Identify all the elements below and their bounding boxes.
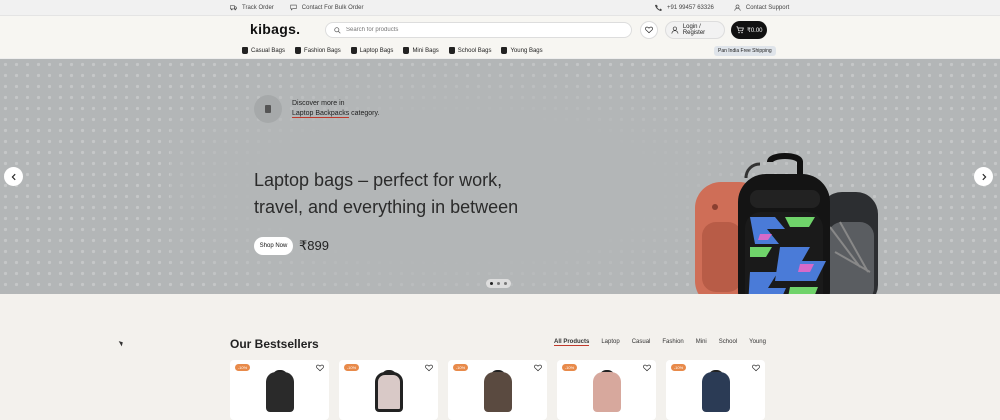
heart-icon[interactable]	[643, 364, 651, 372]
category-laptop-bags[interactable]: Laptop Bags	[350, 47, 394, 54]
cart-button[interactable]: ₹0.00	[731, 21, 767, 39]
support-user-icon	[734, 4, 741, 11]
discount-badge: -10%	[344, 364, 359, 371]
category-casual-bags[interactable]: Casual Bags	[242, 47, 285, 54]
free-shipping-badge: Pan India Free Shipping	[714, 46, 776, 56]
carousel-next-button[interactable]	[974, 167, 993, 186]
product-image	[593, 372, 621, 412]
category-nav: Casual Bags Fashion Bags Laptop Bags Min…	[0, 44, 1000, 59]
category-fashion-bags[interactable]: Fashion Bags	[295, 47, 341, 54]
hero-carousel: Discover more in Laptop Backpacks catego…	[0, 59, 1000, 294]
category-thumbnail[interactable]	[254, 95, 282, 123]
product-grid: -10% -10% -10% -10% -10%	[230, 360, 765, 420]
product-card[interactable]: -10%	[339, 360, 438, 420]
bag-icon	[265, 105, 271, 113]
category-label: School Bags	[457, 47, 492, 54]
cart-icon	[736, 26, 744, 34]
tab-school[interactable]: School	[719, 339, 737, 346]
heart-icon[interactable]	[752, 364, 760, 372]
tab-all-products[interactable]: All Products	[554, 339, 590, 346]
login-register-button[interactable]: Login / Register	[665, 21, 725, 39]
product-image	[702, 372, 730, 412]
hero-backpacks-image	[695, 153, 878, 294]
category-label: Young Bags	[510, 47, 543, 54]
user-icon	[671, 26, 679, 34]
product-image	[484, 372, 512, 412]
discount-badge: -10%	[562, 364, 577, 371]
truck-icon	[230, 5, 237, 11]
discover-category-link[interactable]: Laptop Backpacks	[292, 110, 350, 118]
contact-support-link[interactable]: Contact Support	[734, 4, 789, 11]
category-label: Fashion Bags	[304, 47, 341, 54]
category-label: Laptop Bags	[359, 47, 394, 54]
bag-icon	[448, 47, 455, 54]
phone-icon	[655, 4, 662, 11]
category-label: Casual Bags	[251, 47, 286, 54]
hero-headline: Laptop bags – perfect for work, travel, …	[254, 170, 519, 217]
discount-badge: -10%	[671, 364, 686, 371]
bestsellers-title: Our Bestsellers	[230, 337, 319, 351]
product-card[interactable]: -10%	[557, 360, 656, 420]
cart-total: ₹0.00	[747, 27, 763, 34]
heart-icon[interactable]	[534, 364, 542, 372]
heart-icon[interactable]	[425, 364, 433, 372]
category-young-bags[interactable]: Young Bags	[501, 47, 543, 54]
carousel-pagination	[486, 279, 511, 288]
bag-icon	[501, 47, 508, 54]
bag-icon	[242, 47, 248, 54]
search-icon	[334, 26, 341, 34]
category-mini-bags[interactable]: Mini Bags	[403, 47, 439, 54]
bulk-order-link[interactable]: Contact For Bulk Order	[290, 4, 364, 11]
bulk-order-label: Contact For Bulk Order	[301, 4, 364, 11]
hero-price: ₹899	[299, 238, 329, 253]
bag-icon	[295, 47, 302, 54]
product-card[interactable]: -10%	[448, 360, 547, 420]
discount-badge: -10%	[453, 364, 468, 371]
bestsellers-tabs: All Products Laptop Casual Fashion Mini …	[554, 339, 766, 346]
bag-icon	[403, 47, 410, 54]
heart-icon[interactable]	[316, 364, 324, 372]
heart-icon	[645, 26, 653, 34]
carousel-dot[interactable]	[504, 282, 507, 285]
login-register-label: Login / Register	[682, 24, 706, 36]
track-order-label: Track Order	[242, 4, 274, 11]
product-card[interactable]: -10%	[666, 360, 765, 420]
chevron-right-icon	[981, 173, 986, 180]
product-image	[266, 372, 294, 412]
category-school-bags[interactable]: School Bags	[448, 47, 492, 54]
contact-support-label: Contact Support	[745, 4, 790, 11]
mouse-cursor	[118, 339, 125, 347]
tab-laptop[interactable]: Laptop	[601, 339, 619, 346]
carousel-prev-button[interactable]	[4, 167, 23, 186]
category-label: Mini Bags	[412, 47, 439, 54]
discover-text: Discover more in	[292, 100, 345, 107]
phone-number: +91 99457 63326	[667, 4, 714, 11]
product-image	[375, 372, 403, 412]
top-utility-bar: Track Order Contact For Bulk Order +91 9…	[0, 0, 1000, 16]
discover-category: Discover more in Laptop Backpacks catego…	[254, 95, 379, 123]
tab-mini[interactable]: Mini	[696, 339, 707, 346]
chevron-left-icon	[11, 173, 16, 180]
wishlist-button[interactable]	[640, 21, 658, 39]
shop-now-button[interactable]: Shop Now	[254, 237, 293, 255]
tab-casual[interactable]: Casual	[632, 339, 651, 346]
chat-icon	[290, 4, 297, 11]
site-logo[interactable]: kibags.	[250, 21, 300, 37]
product-card[interactable]: -10%	[230, 360, 329, 420]
iridescent-backpack	[738, 153, 830, 294]
track-order-link[interactable]: Track Order	[230, 4, 274, 11]
phone-link[interactable]: +91 99457 63326	[655, 4, 714, 11]
discount-badge: -10%	[235, 364, 250, 371]
carousel-dot[interactable]	[497, 282, 500, 285]
search-input[interactable]	[346, 27, 606, 33]
discover-suffix: category.	[349, 110, 380, 117]
site-header: kibags. Login / Register ₹0.00	[0, 16, 1000, 44]
tab-fashion[interactable]: Fashion	[662, 339, 683, 346]
tab-young[interactable]: Young	[749, 339, 766, 346]
bag-icon	[350, 47, 357, 54]
carousel-dot[interactable]	[490, 282, 493, 285]
search-bar[interactable]	[325, 22, 632, 38]
